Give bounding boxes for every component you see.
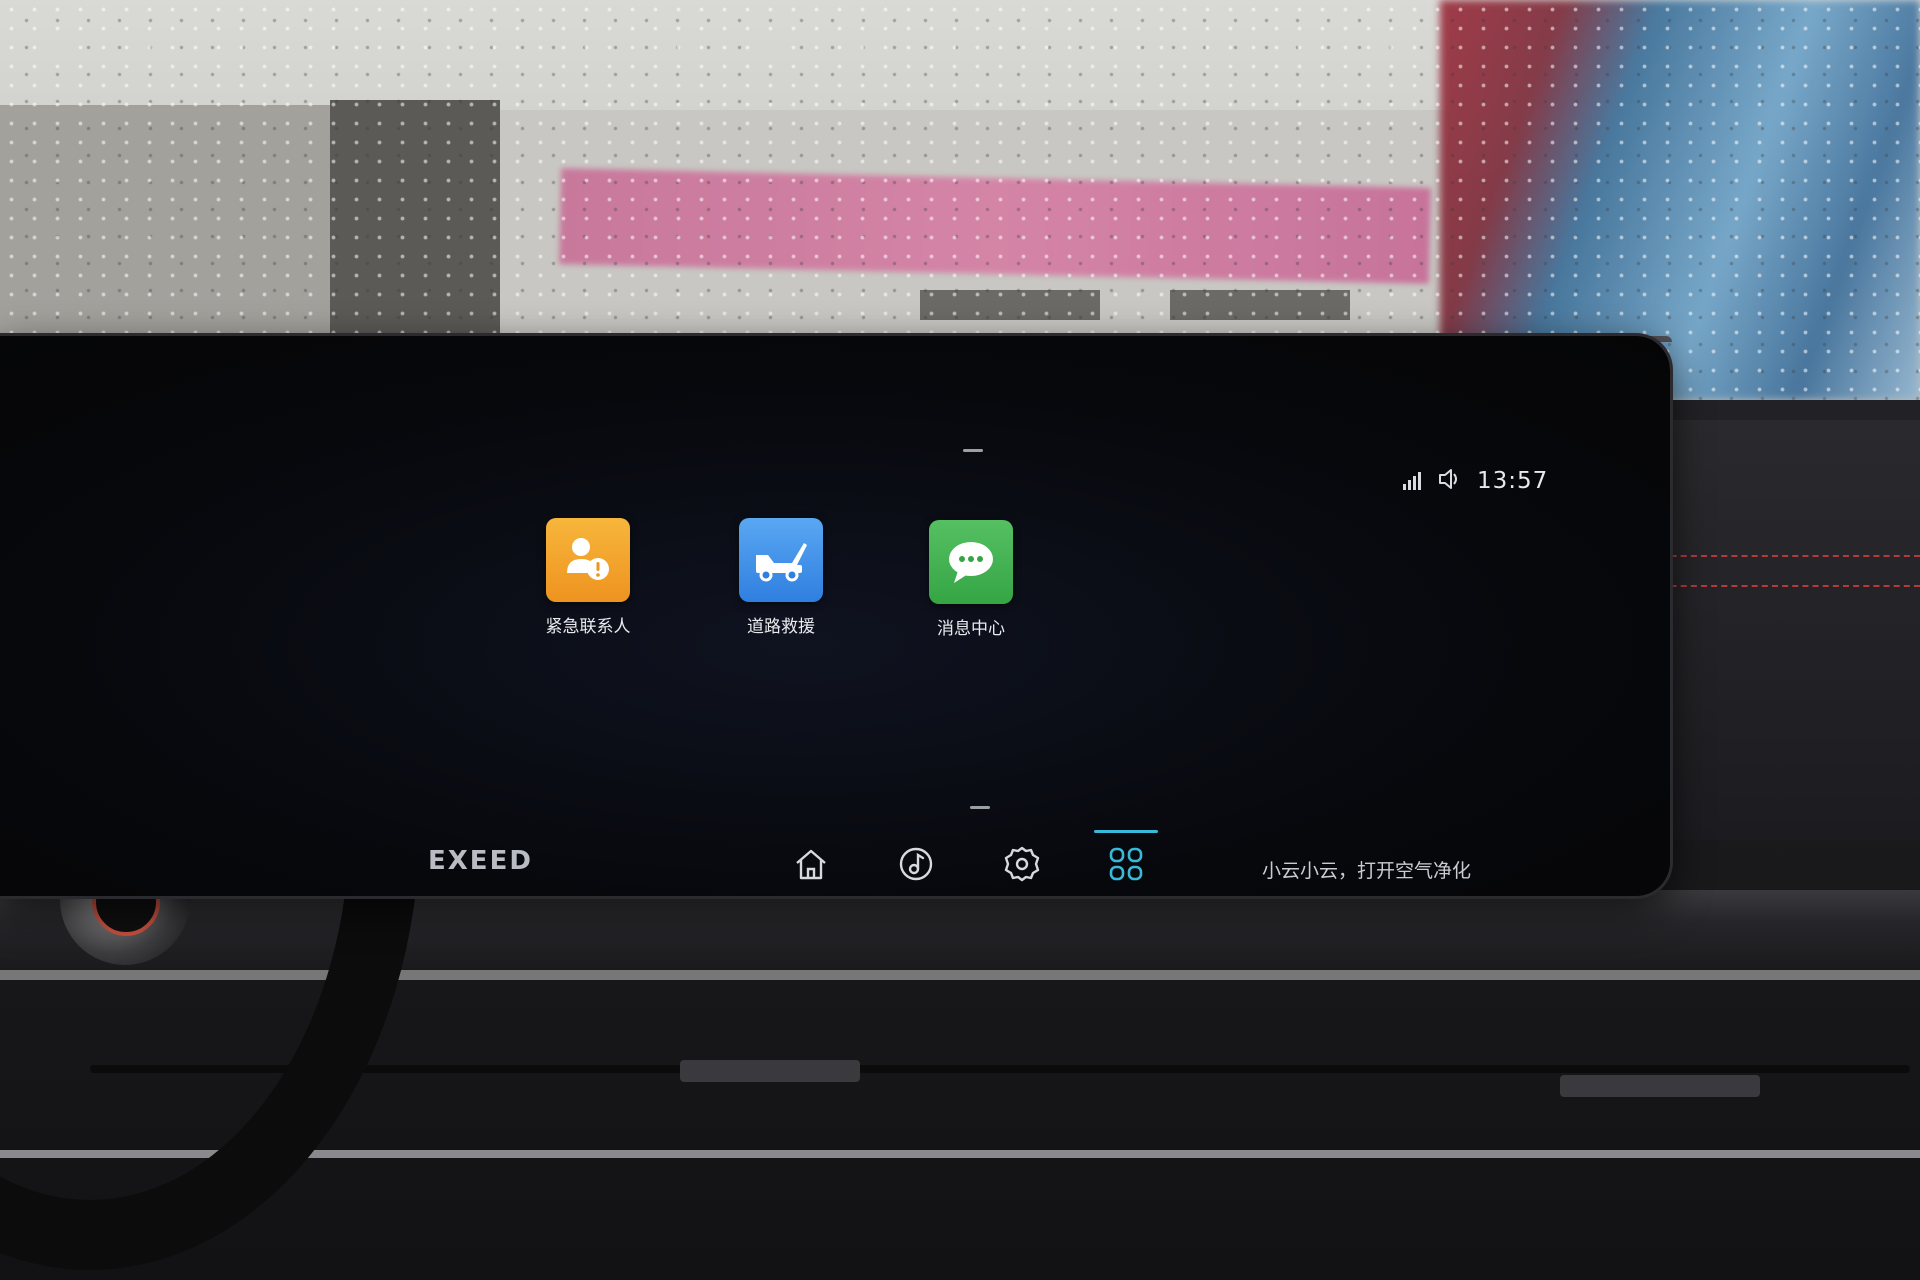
app-label: 紧急联系人 [545,617,631,637]
nav-active-indicator [1094,830,1158,833]
signal-bars-icon [1403,472,1421,490]
red-stitching [1630,585,1920,589]
app-label: 道路救援 [747,617,815,637]
status-bar: 13:57 [1403,468,1548,494]
page-indicator [970,806,990,809]
nav-home-button[interactable] [785,840,837,892]
top-pull-handle[interactable] [963,449,983,452]
brand-logo: EXEED [428,846,533,876]
clock: 13:57 [1477,468,1549,494]
home-icon [793,847,829,885]
vent-tab[interactable] [680,1060,860,1082]
app-road-rescue[interactable]: 道路救援 [716,518,846,637]
tow-truck-icon [739,518,823,602]
nav-settings-button[interactable] [996,840,1048,892]
app-message-center[interactable]: 消息中心 [906,520,1036,639]
vent-tab[interactable] [1560,1075,1760,1097]
message-bubble-icon [929,520,1013,604]
emergency-contact-icon [546,518,630,602]
voice-assistant-hint[interactable]: 小云小云，打开空气净化 [1262,856,1471,883]
apps-grid-icon [1107,845,1145,887]
nav-music-button[interactable] [890,840,942,892]
nav-apps-button[interactable] [1100,840,1152,892]
app-label: 消息中心 [937,619,1005,639]
red-stitching [1630,555,1920,559]
settings-icon [1003,845,1041,887]
app-emergency-contact[interactable]: 紧急联系人 [523,518,653,637]
music-icon [898,846,934,886]
speaker-icon[interactable] [1437,468,1461,494]
